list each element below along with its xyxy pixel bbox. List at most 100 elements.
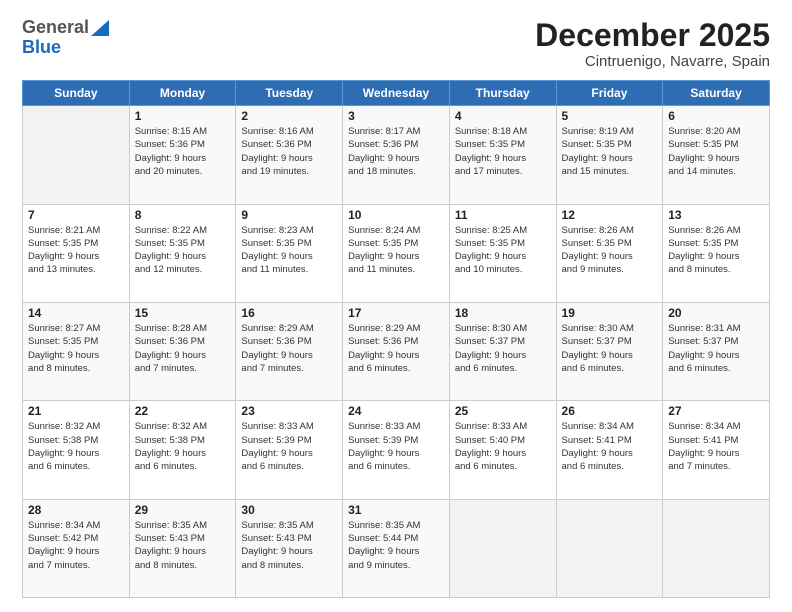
day-info: Sunrise: 8:35 AM Sunset: 5:43 PM Dayligh… xyxy=(135,519,231,572)
calendar-cell: 13 Sunrise: 8:26 AM Sunset: 5:35 PM Dayli… xyxy=(663,204,770,302)
calendar-cell: 27 Sunrise: 8:34 AM Sunset: 5:41 PM Dayli… xyxy=(663,401,770,499)
calendar-week-0: 1 Sunrise: 8:15 AM Sunset: 5:36 PM Daylig… xyxy=(23,106,770,204)
calendar-cell: 22Sunrise: 8:32 AM Sunset: 5:38 PM Dayli… xyxy=(129,401,236,499)
day-number: 27 xyxy=(668,404,764,418)
header-cell-thursday: Thursday xyxy=(449,81,556,106)
day-info: Sunrise: 8:21 AM Sunset: 5:35 PM Dayligh… xyxy=(28,224,124,277)
calendar-cell: 14 Sunrise: 8:27 AM Sunset: 5:35 PM Dayli… xyxy=(23,302,130,400)
calendar-cell xyxy=(449,499,556,597)
day-number: 22 xyxy=(135,404,231,418)
day-info: Sunrise: 8:20 AM Sunset: 5:35 PM Dayligh… xyxy=(668,125,764,178)
calendar-cell: 30 Sunrise: 8:35 AM Sunset: 5:43 PM Dayli… xyxy=(236,499,343,597)
day-info: Sunrise: 8:33 AM Sunset: 5:40 PM Dayligh… xyxy=(455,420,551,473)
day-number: 4 xyxy=(455,109,551,123)
calendar-cell: 6Sunrise: 8:20 AM Sunset: 5:35 PM Daylig… xyxy=(663,106,770,204)
calendar-cell: 18 Sunrise: 8:30 AM Sunset: 5:37 PM Dayli… xyxy=(449,302,556,400)
logo: General Blue xyxy=(22,18,109,58)
calendar-cell: 28Sunrise: 8:34 AM Sunset: 5:42 PM Dayli… xyxy=(23,499,130,597)
day-info: Sunrise: 8:34 AM Sunset: 5:41 PM Dayligh… xyxy=(562,420,658,473)
calendar-cell: 2 Sunrise: 8:16 AM Sunset: 5:36 PM Daylig… xyxy=(236,106,343,204)
day-info: Sunrise: 8:35 AM Sunset: 5:43 PM Dayligh… xyxy=(241,519,337,572)
calendar-cell: 21Sunrise: 8:32 AM Sunset: 5:38 PM Dayli… xyxy=(23,401,130,499)
header: General Blue December 2025 Cintruenigo, … xyxy=(22,18,770,70)
day-info: Sunrise: 8:30 AM Sunset: 5:37 PM Dayligh… xyxy=(455,322,551,375)
day-number: 23 xyxy=(241,404,337,418)
header-cell-friday: Friday xyxy=(556,81,663,106)
day-info: Sunrise: 8:26 AM Sunset: 5:35 PM Dayligh… xyxy=(562,224,658,277)
day-number: 14 xyxy=(28,306,124,320)
calendar-cell: 23 Sunrise: 8:33 AM Sunset: 5:39 PM Dayli… xyxy=(236,401,343,499)
calendar-week-1: 7Sunrise: 8:21 AM Sunset: 5:35 PM Daylig… xyxy=(23,204,770,302)
day-number: 15 xyxy=(135,306,231,320)
calendar-cell: 31 Sunrise: 8:35 AM Sunset: 5:44 PM Dayli… xyxy=(343,499,450,597)
calendar-cell: 17 Sunrise: 8:29 AM Sunset: 5:36 PM Dayli… xyxy=(343,302,450,400)
day-number: 17 xyxy=(348,306,444,320)
day-info: Sunrise: 8:26 AM Sunset: 5:35 PM Dayligh… xyxy=(668,224,764,277)
day-number: 12 xyxy=(562,208,658,222)
header-cell-sunday: Sunday xyxy=(23,81,130,106)
day-info: Sunrise: 8:15 AM Sunset: 5:36 PM Dayligh… xyxy=(135,125,231,178)
day-info: Sunrise: 8:35 AM Sunset: 5:44 PM Dayligh… xyxy=(348,519,444,572)
day-number: 31 xyxy=(348,503,444,517)
page-subtitle: Cintruenigo, Navarre, Spain xyxy=(535,53,770,70)
calendar-cell: 15Sunrise: 8:28 AM Sunset: 5:36 PM Dayli… xyxy=(129,302,236,400)
day-info: Sunrise: 8:33 AM Sunset: 5:39 PM Dayligh… xyxy=(348,420,444,473)
logo-general-text: General xyxy=(22,18,89,38)
calendar-cell: 4Sunrise: 8:18 AM Sunset: 5:35 PM Daylig… xyxy=(449,106,556,204)
day-info: Sunrise: 8:29 AM Sunset: 5:36 PM Dayligh… xyxy=(348,322,444,375)
header-cell-saturday: Saturday xyxy=(663,81,770,106)
header-cell-monday: Monday xyxy=(129,81,236,106)
day-info: Sunrise: 8:16 AM Sunset: 5:36 PM Dayligh… xyxy=(241,125,337,178)
day-number: 3 xyxy=(348,109,444,123)
day-number: 2 xyxy=(241,109,337,123)
calendar-header: SundayMondayTuesdayWednesdayThursdayFrid… xyxy=(23,81,770,106)
day-number: 11 xyxy=(455,208,551,222)
calendar-cell: 24 Sunrise: 8:33 AM Sunset: 5:39 PM Dayli… xyxy=(343,401,450,499)
calendar-cell: 16Sunrise: 8:29 AM Sunset: 5:36 PM Dayli… xyxy=(236,302,343,400)
day-number: 5 xyxy=(562,109,658,123)
header-cell-wednesday: Wednesday xyxy=(343,81,450,106)
title-block: December 2025 Cintruenigo, Navarre, Spai… xyxy=(535,18,770,70)
day-number: 10 xyxy=(348,208,444,222)
day-number: 19 xyxy=(562,306,658,320)
day-info: Sunrise: 8:19 AM Sunset: 5:35 PM Dayligh… xyxy=(562,125,658,178)
calendar-cell: 10 Sunrise: 8:24 AM Sunset: 5:35 PM Dayli… xyxy=(343,204,450,302)
day-number: 25 xyxy=(455,404,551,418)
day-info: Sunrise: 8:22 AM Sunset: 5:35 PM Dayligh… xyxy=(135,224,231,277)
header-row: SundayMondayTuesdayWednesdayThursdayFrid… xyxy=(23,81,770,106)
calendar-cell: 29 Sunrise: 8:35 AM Sunset: 5:43 PM Dayli… xyxy=(129,499,236,597)
day-info: Sunrise: 8:17 AM Sunset: 5:36 PM Dayligh… xyxy=(348,125,444,178)
day-number: 8 xyxy=(135,208,231,222)
day-number: 24 xyxy=(348,404,444,418)
page: General Blue December 2025 Cintruenigo, … xyxy=(0,0,792,612)
day-number: 18 xyxy=(455,306,551,320)
header-cell-tuesday: Tuesday xyxy=(236,81,343,106)
calendar-cell: 11 Sunrise: 8:25 AM Sunset: 5:35 PM Dayli… xyxy=(449,204,556,302)
day-number: 29 xyxy=(135,503,231,517)
day-info: Sunrise: 8:34 AM Sunset: 5:41 PM Dayligh… xyxy=(668,420,764,473)
day-info: Sunrise: 8:30 AM Sunset: 5:37 PM Dayligh… xyxy=(562,322,658,375)
day-number: 1 xyxy=(135,109,231,123)
day-number: 28 xyxy=(28,503,124,517)
day-number: 13 xyxy=(668,208,764,222)
page-title: December 2025 xyxy=(535,18,770,53)
calendar-cell xyxy=(556,499,663,597)
calendar-body: 1 Sunrise: 8:15 AM Sunset: 5:36 PM Daylig… xyxy=(23,106,770,598)
logo-blue-text: Blue xyxy=(22,37,61,57)
day-info: Sunrise: 8:33 AM Sunset: 5:39 PM Dayligh… xyxy=(241,420,337,473)
day-number: 16 xyxy=(241,306,337,320)
day-info: Sunrise: 8:23 AM Sunset: 5:35 PM Dayligh… xyxy=(241,224,337,277)
day-info: Sunrise: 8:25 AM Sunset: 5:35 PM Dayligh… xyxy=(455,224,551,277)
calendar-cell: 1 Sunrise: 8:15 AM Sunset: 5:36 PM Daylig… xyxy=(129,106,236,204)
calendar-cell: 8 Sunrise: 8:22 AM Sunset: 5:35 PM Daylig… xyxy=(129,204,236,302)
day-info: Sunrise: 8:24 AM Sunset: 5:35 PM Dayligh… xyxy=(348,224,444,277)
day-number: 30 xyxy=(241,503,337,517)
calendar-cell: 3 Sunrise: 8:17 AM Sunset: 5:36 PM Daylig… xyxy=(343,106,450,204)
day-number: 26 xyxy=(562,404,658,418)
calendar-cell: 5 Sunrise: 8:19 AM Sunset: 5:35 PM Daylig… xyxy=(556,106,663,204)
day-number: 21 xyxy=(28,404,124,418)
day-info: Sunrise: 8:27 AM Sunset: 5:35 PM Dayligh… xyxy=(28,322,124,375)
calendar-cell xyxy=(663,499,770,597)
calendar-cell: 20Sunrise: 8:31 AM Sunset: 5:37 PM Dayli… xyxy=(663,302,770,400)
calendar-week-4: 28Sunrise: 8:34 AM Sunset: 5:42 PM Dayli… xyxy=(23,499,770,597)
